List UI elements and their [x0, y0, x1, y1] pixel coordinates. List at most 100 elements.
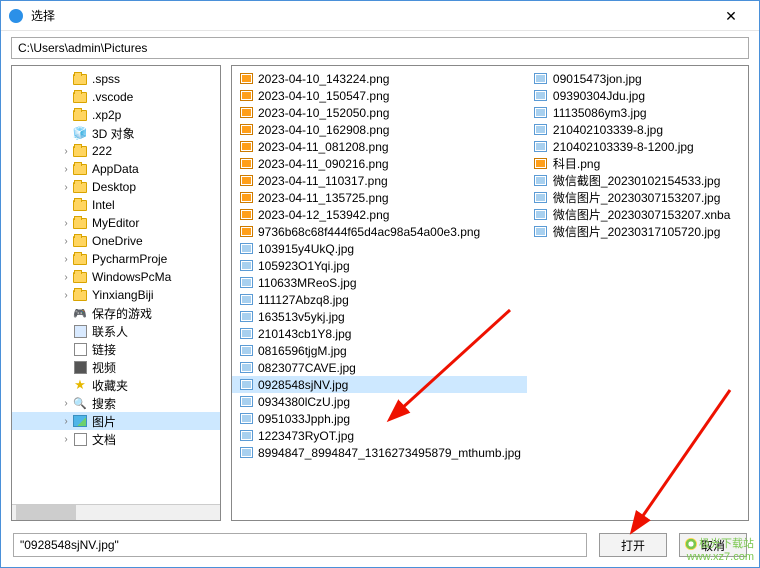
file-item[interactable]: 11135086ym3.jpg [527, 104, 748, 121]
tree-item[interactable]: › Desktop [12, 178, 220, 196]
file-item[interactable]: 2023-04-10_150547.png [232, 87, 527, 104]
file-item[interactable]: 210143cb1Y8.jpg [232, 325, 527, 342]
tree-item-label: 3D 对象 [92, 125, 135, 142]
tree-item-label: Intel [92, 198, 115, 212]
tree-item[interactable]: .xp2p [12, 106, 220, 124]
cancel-button[interactable]: 取消 [679, 533, 747, 557]
file-item[interactable]: 09390304Jdu.jpg [527, 87, 748, 104]
file-item[interactable]: 2023-04-10_152050.png [232, 104, 527, 121]
tree-item-label: Desktop [92, 180, 136, 194]
close-button[interactable]: ✕ [711, 5, 751, 27]
jpg-file-icon [240, 311, 253, 322]
file-item[interactable]: 0928548sjNV.jpg [232, 376, 527, 393]
png-file-icon [240, 209, 253, 220]
file-item[interactable]: 110633MReoS.jpg [232, 274, 527, 291]
filename-input[interactable] [13, 533, 587, 557]
file-item[interactable]: 微信截图_20230102154533.jpg [527, 172, 748, 189]
file-item[interactable]: 科目.png [527, 155, 748, 172]
expand-arrow-icon[interactable]: › [60, 146, 72, 157]
tree-item[interactable]: 视频 [12, 358, 220, 376]
tree-item-label: 收藏夹 [92, 377, 128, 394]
tree-item-label: YinxiangBiji [92, 288, 154, 302]
file-item[interactable]: 8994847_8994847_1316273495879_mthumb.jpg [232, 444, 527, 461]
folder-tree-pane: .spss.vscode.xp2p🧊3D 对象›222›AppData›Desk… [11, 65, 221, 521]
file-item[interactable]: 163513v5ykj.jpg [232, 308, 527, 325]
file-item-label: 0951033Jpph.jpg [258, 412, 350, 426]
file-item[interactable]: 9736b68c68f444f65d4ac98a54a00e3.png [232, 223, 527, 240]
png-file-icon [240, 192, 253, 203]
tree-item-label: .spss [92, 72, 120, 86]
tree-item[interactable]: › YinxiangBiji [12, 286, 220, 304]
tree-item[interactable]: .vscode [12, 88, 220, 106]
jpg-file-icon [240, 430, 253, 441]
file-item[interactable]: 2023-04-11_110317.png [232, 172, 527, 189]
file-item[interactable]: 微信图片_20230307153207.jpg [527, 189, 748, 206]
file-item[interactable]: 2023-04-10_162908.png [232, 121, 527, 138]
file-item[interactable]: 微信图片_20230307153207.xnba [527, 206, 748, 223]
tree-item[interactable]: ›OneDrive [12, 232, 220, 250]
file-item[interactable]: 09015473jon.jpg [527, 70, 748, 87]
file-item[interactable]: 0951033Jpph.jpg [232, 410, 527, 427]
file-item-label: 105923O1Yqi.jpg [258, 259, 350, 273]
png-file-icon [240, 124, 253, 135]
file-item[interactable]: 210402103339-8.jpg [527, 121, 748, 138]
file-item[interactable]: 2023-04-12_153942.png [232, 206, 527, 223]
tree-item[interactable]: › AppData [12, 160, 220, 178]
folder-icon [73, 290, 87, 301]
expand-arrow-icon[interactable]: › [60, 398, 72, 409]
file-item[interactable]: 103915y4UkQ.jpg [232, 240, 527, 257]
tree-item[interactable]: ★ 收藏夹 [12, 376, 220, 394]
file-item[interactable]: 2023-04-10_143224.png [232, 70, 527, 87]
tree-item[interactable]: 联系人 [12, 322, 220, 340]
favorites-icon: ★ [74, 377, 86, 393]
file-item[interactable]: 微信图片_20230317105720.jpg [527, 223, 748, 240]
folder-tree[interactable]: .spss.vscode.xp2p🧊3D 对象›222›AppData›Desk… [12, 66, 220, 504]
expand-arrow-icon[interactable]: › [60, 254, 72, 265]
expand-arrow-icon[interactable]: › [60, 290, 72, 301]
folder-icon [73, 92, 87, 103]
expand-arrow-icon[interactable]: › [60, 218, 72, 229]
file-item[interactable]: 111127Abzq8.jpg [232, 291, 527, 308]
expand-arrow-icon[interactable]: › [60, 272, 72, 283]
tree-item[interactable]: ›图片 [12, 412, 220, 430]
tree-item[interactable]: ›🔍搜索 [12, 394, 220, 412]
tree-item[interactable]: 🎮保存的游戏 [12, 304, 220, 322]
tree-h-scrollbar[interactable] [12, 504, 220, 520]
expand-arrow-icon[interactable]: › [60, 416, 72, 427]
file-item-label: 2023-04-11_081208.png [258, 140, 389, 154]
jpg-file-icon [534, 209, 547, 220]
tree-item[interactable]: Intel [12, 196, 220, 214]
file-item[interactable]: 1223473RyOT.jpg [232, 427, 527, 444]
tree-item-label: WindowsPcMa [92, 270, 171, 284]
tree-item[interactable]: 🧊3D 对象 [12, 124, 220, 142]
file-item[interactable]: 105923O1Yqi.jpg [232, 257, 527, 274]
jpg-file-icon [534, 73, 547, 84]
bottom-bar: 打开 取消 [1, 527, 759, 567]
tree-item[interactable]: ›MyEditor [12, 214, 220, 232]
open-button[interactable]: 打开 [599, 533, 667, 557]
file-item[interactable]: 2023-04-11_081208.png [232, 138, 527, 155]
tree-item[interactable]: › WindowsPcMa [12, 268, 220, 286]
tree-item[interactable]: .spss [12, 70, 220, 88]
expand-arrow-icon[interactable]: › [60, 182, 72, 193]
tree-item[interactable]: 链接 [12, 340, 220, 358]
file-item[interactable]: 2023-04-11_090216.png [232, 155, 527, 172]
jpg-file-icon [240, 379, 253, 390]
file-item-label: 103915y4UkQ.jpg [258, 242, 354, 256]
tree-item[interactable]: ›222 [12, 142, 220, 160]
png-file-icon [240, 107, 253, 118]
file-item[interactable]: 2023-04-11_135725.png [232, 189, 527, 206]
tree-item-label: AppData [92, 162, 139, 176]
file-item[interactable]: 210402103339-8-1200.jpg [527, 138, 748, 155]
file-item[interactable]: 0934380lCzU.jpg [232, 393, 527, 410]
path-input[interactable] [11, 37, 749, 59]
expand-arrow-icon[interactable]: › [60, 236, 72, 247]
tree-item[interactable]: ›PycharmProje [12, 250, 220, 268]
tree-item-label: 搜索 [92, 395, 116, 412]
file-item[interactable]: 0823077CAVE.jpg [232, 359, 527, 376]
file-item[interactable]: 0816596tjgM.jpg [232, 342, 527, 359]
tree-item[interactable]: ›文档 [12, 430, 220, 448]
expand-arrow-icon[interactable]: › [60, 434, 72, 445]
file-list[interactable]: 2023-04-10_143224.png2023-04-10_150547.p… [232, 66, 748, 520]
expand-arrow-icon[interactable]: › [60, 164, 72, 175]
